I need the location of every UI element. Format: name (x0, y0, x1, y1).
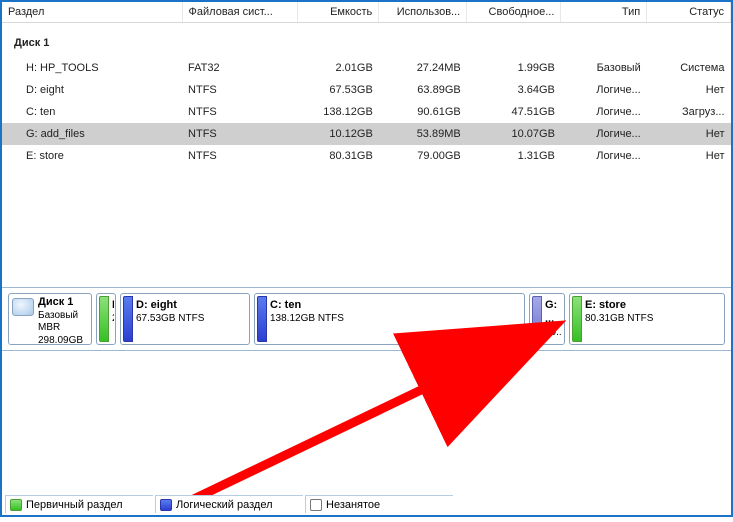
col-free[interactable]: Свободное... (467, 2, 561, 23)
legend-primary: Первичный раздел (5, 495, 153, 513)
legend-logical: Логический раздел (155, 495, 303, 513)
col-status[interactable]: Статус (647, 2, 731, 23)
col-type[interactable]: Тип (561, 2, 647, 23)
col-used[interactable]: Использов... (379, 2, 467, 23)
legend-unalloc: Незанятое (305, 495, 453, 513)
segment-label: D: eight67.53GB NTFS (135, 296, 206, 342)
legend-unalloc-label: Незанятое (326, 499, 380, 511)
disk-group-row[interactable]: Диск 1 (2, 23, 731, 58)
segment-fill (532, 296, 542, 342)
disk-map: Диск 1 Базовый MBR 298.09GB H2. D: eight6… (2, 287, 731, 351)
table-row[interactable]: H: HP_TOOLSFAT322.01GB27.24MB1.99GBБазов… (2, 57, 731, 79)
partition-segment[interactable]: C: ten138.12GB NTFS (254, 293, 525, 345)
disk-icon (12, 298, 34, 316)
disk-summary-text: Диск 1 Базовый MBR 298.09GB (38, 296, 89, 342)
table-row[interactable]: D: eightNTFS67.53GB63.89GB3.64GBЛогиче..… (2, 79, 731, 101)
partition-segment[interactable]: H2. (96, 293, 116, 345)
swatch-logical (160, 499, 172, 511)
swatch-primary (10, 499, 22, 511)
disk-summary[interactable]: Диск 1 Базовый MBR 298.09GB (8, 293, 92, 345)
swatch-unalloc (310, 499, 322, 511)
legend-logical-label: Логический раздел (176, 499, 273, 511)
table-row[interactable]: C: tenNTFS138.12GB90.61GB47.51GBЛогиче..… (2, 101, 731, 123)
col-filesystem[interactable]: Файловая сист... (182, 2, 297, 23)
partition-segment[interactable]: G: ...10... (529, 293, 565, 345)
segment-label: G: ...10... (544, 296, 562, 342)
partition-segment[interactable]: D: eight67.53GB NTFS (120, 293, 250, 345)
col-partition[interactable]: Раздел (2, 2, 182, 23)
table-row[interactable]: G: add_filesNTFS10.12GB53.89MB10.07GBЛог… (2, 123, 731, 145)
col-capacity[interactable]: Емкость (297, 2, 379, 23)
segment-label: C: ten138.12GB NTFS (269, 296, 346, 342)
segment-label: E: store80.31GB NTFS (584, 296, 655, 342)
segment-fill (257, 296, 267, 342)
segment-fill (572, 296, 582, 342)
legend: Первичный раздел Логический раздел Незан… (5, 495, 728, 513)
table-header[interactable]: Раздел Файловая сист... Емкость Использо… (2, 2, 731, 23)
segment-fill (99, 296, 109, 342)
legend-primary-label: Первичный раздел (26, 499, 123, 511)
table-row[interactable]: E: storeNTFS80.31GB79.00GB1.31GBЛогиче..… (2, 145, 731, 167)
partition-table: Раздел Файловая сист... Емкость Использо… (2, 2, 731, 287)
segment-label: H2. (111, 296, 114, 342)
segment-fill (123, 296, 133, 342)
partition-segment[interactable]: E: store80.31GB NTFS (569, 293, 725, 345)
